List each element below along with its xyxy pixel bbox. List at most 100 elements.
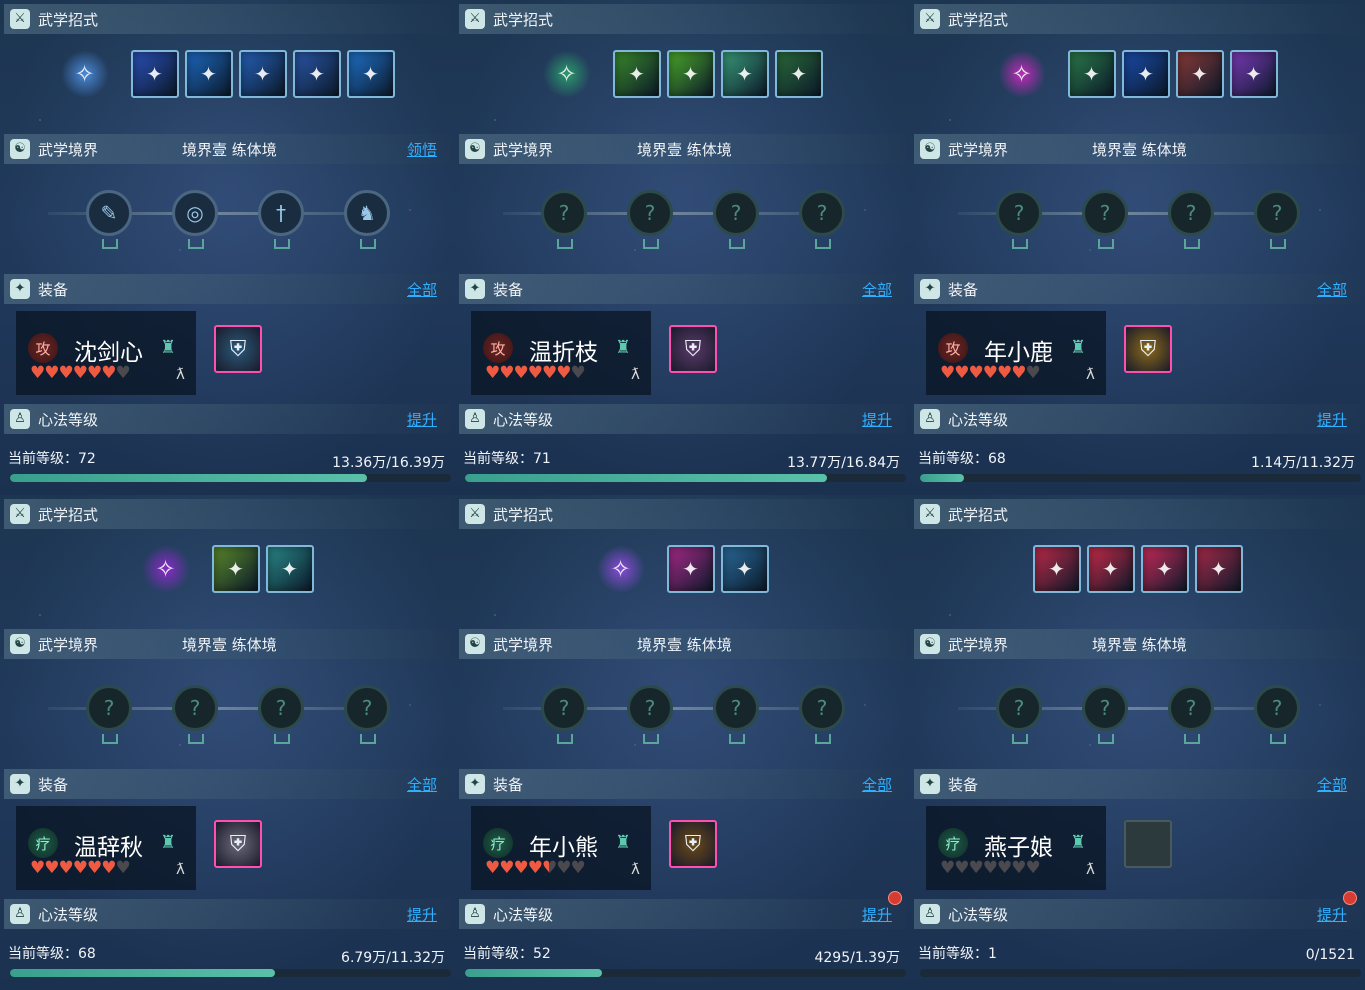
armor-slot-icon[interactable] [1124, 820, 1172, 868]
equip-all-link[interactable]: 全部 [1317, 279, 1347, 300]
affinity-hearts: ♥♥♥♥♥♥♥ [940, 858, 1041, 878]
shell-icon[interactable]: ✦ [720, 545, 769, 593]
equipment-icon: ✦ [10, 279, 30, 299]
leaping-figure-icon[interactable]: ✦ [346, 50, 395, 98]
equip-all-link[interactable]: 全部 [1317, 774, 1347, 795]
skills-header: ⚔ 武学招式 [914, 4, 1361, 34]
realm-node-locked-icon[interactable]: ? [713, 685, 759, 744]
green-figure-icon[interactable]: ✧ [542, 50, 591, 98]
green-fist-icon[interactable]: ✦ [1067, 50, 1116, 98]
yin-yang-icon[interactable]: ✦ [774, 50, 823, 98]
upgrade-link[interactable]: 提升 [1317, 409, 1347, 430]
heart-icon: ♥ [87, 858, 102, 878]
armor-icon[interactable]: ⛨ [669, 820, 717, 868]
role-badge: 攻 [483, 333, 513, 363]
character-card[interactable]: 疗 年小熊 ♜ ♥♥♥♥♥♥♥ ƛ [471, 806, 651, 890]
realm-header: ☯ 武学境界 境界壹 练体境 [914, 134, 1361, 164]
equip-title: 装备 [948, 280, 979, 299]
equip-all-link[interactable]: 全部 [862, 774, 892, 795]
realm-node-locked-icon[interactable]: ? [627, 190, 673, 249]
heart-icon: ♥ [115, 858, 131, 878]
realm-node-locked-icon[interactable]: ? [713, 190, 759, 249]
realm-node-locked-icon[interactable]: ? [258, 685, 304, 744]
heart-icon: ♥ [968, 363, 984, 383]
magenta-orb-icon[interactable]: ✧ [997, 50, 1046, 98]
red-slash-icon[interactable]: ✦ [1032, 545, 1081, 593]
exp-progress-fill [465, 474, 827, 482]
realm-node-locked-icon[interactable]: ? [541, 190, 587, 249]
ring-icon[interactable]: ✦ [720, 50, 769, 98]
red-beast-icon[interactable]: ✦ [1175, 50, 1224, 98]
realm-node-locked-icon[interactable]: ? [541, 685, 587, 744]
leaf-strike-icon[interactable]: ✦ [666, 50, 715, 98]
upgrade-link[interactable]: 提升 [862, 904, 892, 925]
heart-method-header: ♙ 心法等级 提升 [914, 899, 1361, 929]
realm-nodes: ???? [958, 685, 1300, 745]
realm-node-locked-icon[interactable]: ? [1254, 685, 1300, 744]
armor-icon[interactable]: ⛨ [214, 325, 262, 373]
realm-node-locked-icon[interactable]: ? [172, 685, 218, 744]
realm-node-locked-icon[interactable]: ? [1168, 190, 1214, 249]
realm-node-sword-icon[interactable]: † [258, 190, 304, 249]
rose-icon[interactable]: ✦ [1140, 545, 1189, 593]
character-card[interactable]: 疗 燕子娘 ♜ ♥♥♥♥♥♥♥ ƛ [926, 806, 1106, 890]
meditating-figure-icon: ♙ [920, 409, 940, 429]
lightning-blade-icon[interactable]: ✦ [292, 50, 341, 98]
realm-comprehend-link[interactable]: 领悟 [407, 139, 437, 160]
equip-all-link[interactable]: 全部 [862, 279, 892, 300]
character-grid: ⚔ 武学招式 ✧ ✦ ✦ ✦ ✦ ✦ ☯ 武学境界 境界壹 练体境 领悟 ✎ ◎ † ♞ ✦ 装… [0, 0, 1365, 990]
straw-hat-icon: ♜ [1070, 337, 1087, 358]
level-prefix: 当前等级： [463, 946, 533, 962]
equip-all-link[interactable]: 全部 [407, 774, 437, 795]
realm-node-locked-icon[interactable]: ? [1082, 190, 1128, 249]
tree-hands-icon[interactable]: ✦ [211, 545, 260, 593]
armor-icon[interactable]: ⛨ [1124, 325, 1172, 373]
role-badge: 疗 [28, 828, 58, 858]
swirl-orb-icon[interactable]: ✧ [60, 50, 109, 98]
realm-node-figure-icon[interactable]: ♞ [344, 190, 390, 249]
red-slash-icon[interactable]: ✦ [1086, 545, 1135, 593]
character-card[interactable]: 攻 年小鹿 ♜ ♥♥♥♥♥♥♥ ƛ [926, 311, 1106, 395]
exp-progress-fill [10, 474, 368, 482]
purple-wave-icon[interactable]: ✦ [1229, 50, 1278, 98]
upgrade-link[interactable]: 提升 [407, 409, 437, 430]
realm-node-locked-icon[interactable]: ? [344, 685, 390, 744]
realm-level-text: 境界壹 练体境 [182, 635, 277, 654]
armor-icon[interactable]: ⛨ [669, 325, 717, 373]
equip-all-link[interactable]: 全部 [407, 279, 437, 300]
realm-node-locked-icon[interactable]: ? [799, 190, 845, 249]
violet-figure-icon[interactable]: ✧ [141, 545, 190, 593]
upgrade-link[interactable]: 提升 [1317, 904, 1347, 925]
equipment-icon: ✦ [920, 279, 940, 299]
blade-slash-icon[interactable]: ✦ [130, 50, 179, 98]
sword-wave-icon[interactable]: ✦ [238, 50, 287, 98]
realm-nodes: ???? [503, 685, 845, 745]
realm-node-locked-icon[interactable]: ? [996, 190, 1042, 249]
realm-node-locked-icon[interactable]: ? [86, 685, 132, 744]
straw-hat-icon: ♜ [615, 337, 632, 358]
realm-node-swirl-icon[interactable]: ◎ [172, 190, 218, 249]
realm-node-locked-icon[interactable]: ? [799, 685, 845, 744]
heart-icon: ♥ [499, 858, 514, 878]
crystal-icon[interactable]: ✧ [596, 545, 645, 593]
armor-icon[interactable]: ⛨ [214, 820, 262, 868]
vine-slash-icon[interactable]: ✦ [612, 50, 661, 98]
upgrade-link[interactable]: 提升 [862, 409, 892, 430]
character-card[interactable]: 疗 温辞秋 ♜ ♥♥♥♥♥♥♥ ƛ [16, 806, 196, 890]
blue-serpent-icon[interactable]: ✦ [1121, 50, 1170, 98]
red-figure-icon[interactable]: ✦ [1194, 545, 1243, 593]
character-card[interactable]: 攻 温折枝 ♜ ♥♥♥♥♥♥♥ ƛ [471, 311, 651, 395]
realm-node-locked-icon[interactable]: ? [1254, 190, 1300, 249]
realm-node-locked-icon[interactable]: ? [1082, 685, 1128, 744]
heart-icon: ♥ [44, 858, 59, 878]
water-vortex-icon[interactable]: ✦ [184, 50, 233, 98]
realm-node-feather-icon[interactable]: ✎ [86, 190, 132, 249]
realm-node-locked-icon[interactable]: ? [1168, 685, 1214, 744]
dragon-icon[interactable]: ✦ [666, 545, 715, 593]
realm-level-text: 境界壹 练体境 [637, 635, 732, 654]
realm-node-locked-icon[interactable]: ? [627, 685, 673, 744]
upgrade-link[interactable]: 提升 [407, 904, 437, 925]
character-card[interactable]: 攻 沈剑心 ♜ ♥♥♥♥♥♥♥ ƛ [16, 311, 196, 395]
swirl-icon[interactable]: ✦ [265, 545, 314, 593]
realm-node-locked-icon[interactable]: ? [996, 685, 1042, 744]
